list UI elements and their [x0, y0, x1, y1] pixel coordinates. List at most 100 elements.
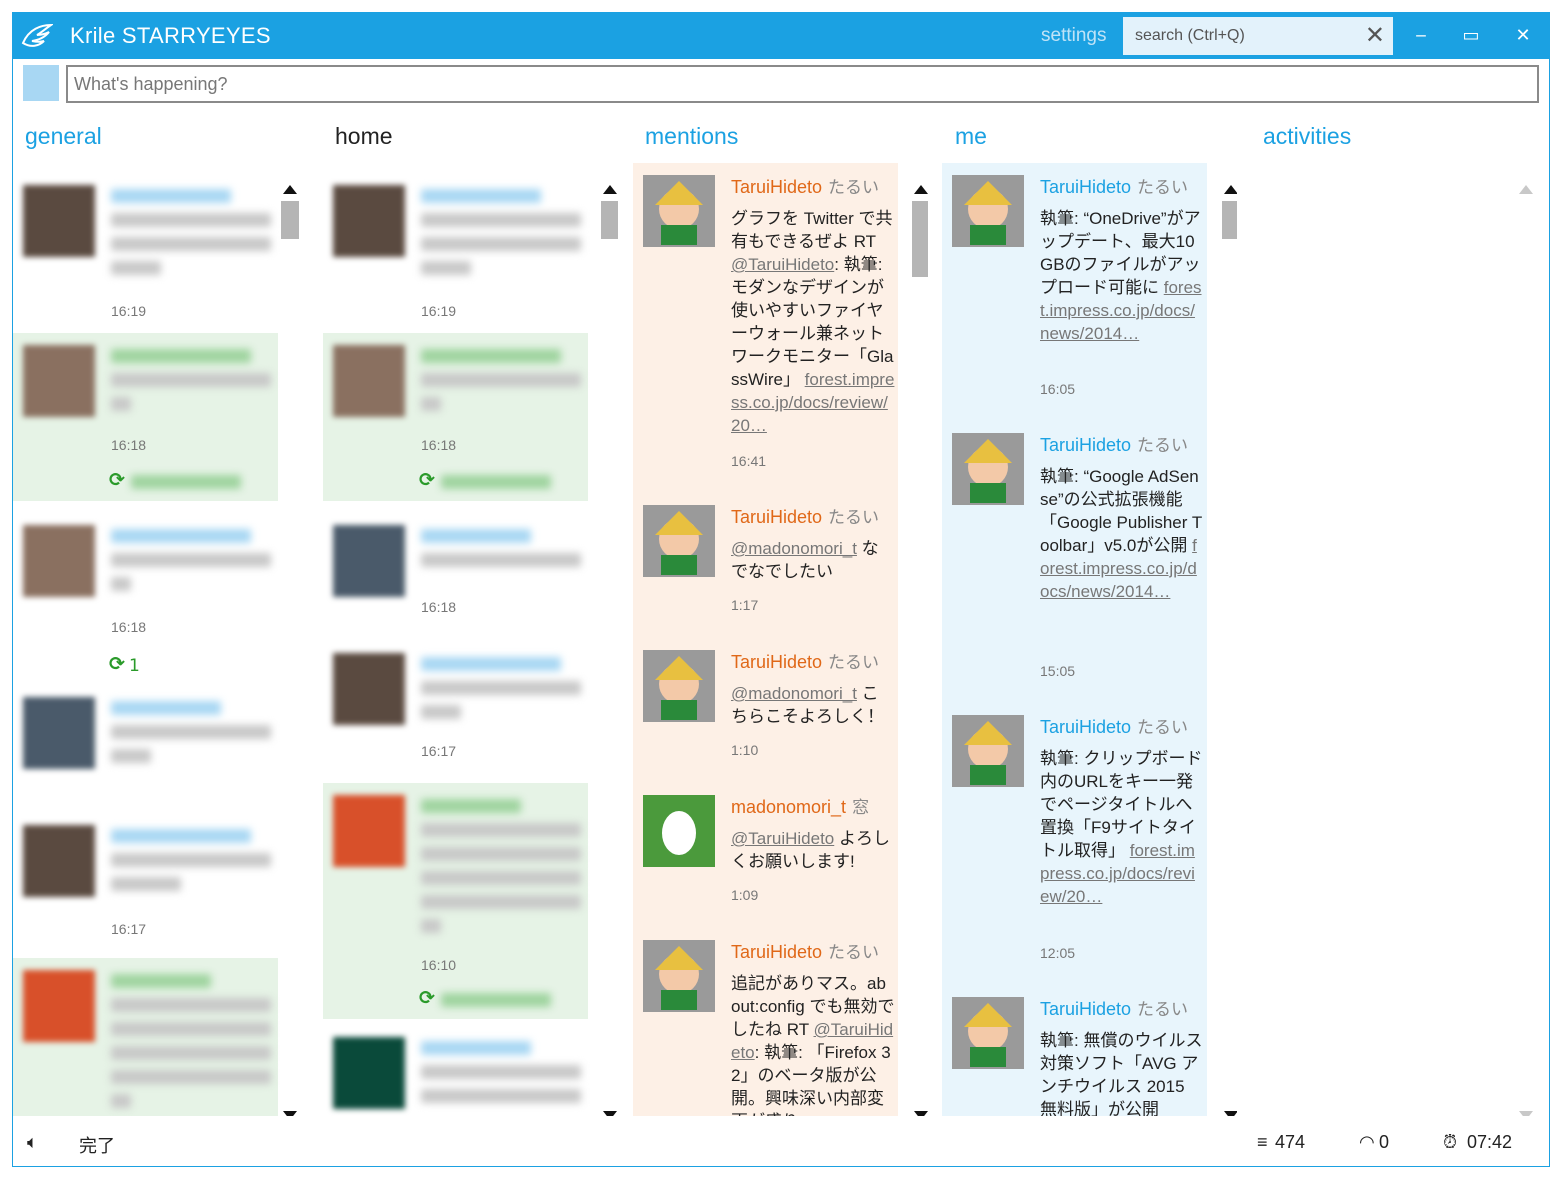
scroll-down-icon[interactable]	[1224, 1111, 1237, 1116]
tweet-item[interactable]: TaruiHideto たるい 執筆: 無償のウイルス対策ソフト「AVG アンチウ…	[942, 985, 1207, 1116]
column-title-general[interactable]: general	[25, 123, 102, 150]
mention-link[interactable]: @TaruiHideto	[731, 255, 834, 274]
blurred-text	[111, 974, 271, 1116]
tweet-author: TaruiHideto たるい	[731, 652, 880, 672]
database-icon: ≡	[1257, 1132, 1268, 1152]
avatar	[333, 525, 405, 597]
scroll-down-icon[interactable]	[914, 1111, 928, 1116]
blurred-text	[421, 529, 581, 577]
retweet-icon: ⟳	[419, 987, 435, 1009]
compose-input[interactable]: What's happening?	[66, 65, 1539, 103]
search-input[interactable]: search (Ctrl+Q) ✕	[1123, 17, 1393, 55]
avatar	[952, 433, 1024, 505]
tweet-time: 16:18	[421, 437, 457, 453]
wing-logo-icon	[21, 23, 53, 47]
avatar	[23, 185, 95, 257]
search-placeholder: search (Ctrl+Q)	[1135, 27, 1245, 44]
mention-link[interactable]: @madonomori_t	[731, 684, 857, 703]
tweet-time: 15:05	[1040, 663, 1076, 679]
tweet-item[interactable]: TaruiHideto たるい 追記がありマス。about:config でも無効…	[633, 928, 898, 1116]
tweet-item[interactable]: TaruiHideto たるい 執筆: クリップボード内のURLをキー一発でページ…	[942, 703, 1207, 985]
close-button[interactable]: ✕	[1503, 21, 1543, 51]
avatar	[23, 345, 95, 417]
scroll-up-icon[interactable]	[1519, 185, 1533, 194]
avatar	[333, 795, 405, 867]
scrollbar-thumb[interactable]	[601, 201, 618, 239]
tweet-item[interactable]: TaruiHideto たるい @madonomori_t こちらこそよろしく！ …	[633, 638, 898, 783]
blurred-text	[111, 701, 271, 773]
search-clear-icon[interactable]: ✕	[1365, 21, 1385, 50]
general-column: 16:19 16:18 ⟳ 16:18 ⟳ 1 16:17	[13, 163, 308, 1116]
tweet-item[interactable]: 16:19	[323, 173, 588, 333]
tweet-item[interactable]: 16:19	[13, 173, 278, 333]
scrollbar-thumb[interactable]	[1222, 201, 1237, 239]
tweet-item[interactable]: TaruiHideto たるい @madonomori_t なでなでしたい 1:1…	[633, 493, 898, 638]
scroll-down-icon[interactable]	[603, 1111, 617, 1116]
tweet-item[interactable]	[323, 1025, 588, 1116]
maximize-button[interactable]: ▭	[1451, 21, 1491, 51]
avatar	[643, 505, 715, 577]
activities-column	[1253, 163, 1543, 1116]
tweet-item[interactable]: 16:18	[323, 513, 588, 633]
scroll-up-icon[interactable]	[603, 185, 617, 194]
column-title-activities[interactable]: activities	[1263, 123, 1351, 150]
egg-avatar-icon	[643, 795, 715, 867]
blurred-text	[131, 475, 241, 499]
scroll-up-icon[interactable]	[283, 185, 297, 194]
tweet-time: 1:09	[731, 887, 759, 903]
avatar	[952, 997, 1024, 1069]
tweet-item[interactable]: 16:17	[323, 641, 588, 771]
scroll-down-icon[interactable]	[1519, 1111, 1533, 1116]
tweet-author: TaruiHideto たるい	[731, 177, 880, 197]
db-count: 474	[1275, 1132, 1306, 1152]
tweet-item[interactable]: 16:18 ⟳	[13, 333, 278, 501]
blurred-text	[421, 189, 581, 285]
api-gauge-icon: ◠	[1359, 1132, 1375, 1152]
column-title-mentions[interactable]: mentions	[645, 123, 738, 150]
app-window: Krile STARRYEYES settings search (Ctrl+Q…	[12, 12, 1550, 1167]
tweet-author: TaruiHideto たるい	[731, 942, 880, 962]
column-title-home[interactable]: home	[335, 123, 393, 150]
avatar	[952, 175, 1024, 247]
retweet-icon[interactable]: ⟳	[109, 653, 125, 675]
tweet-item[interactable]: 16:18 ⟳ 1	[13, 513, 278, 676]
tweet-time: 16:17	[421, 743, 457, 759]
settings-link[interactable]: settings	[1041, 25, 1106, 47]
tweet-text: 追記がありマス。about:config でも無効でしたね RT @TaruiH…	[731, 974, 895, 1116]
clock-icon: ⏰︎	[1443, 1132, 1458, 1152]
tweet-item[interactable]: TaruiHideto たるい 執筆: “OneDrive”がアップデート、最大1…	[942, 163, 1207, 421]
blurred-text	[421, 1041, 581, 1113]
tweet-author: TaruiHideto たるい	[1040, 177, 1189, 197]
tweet-item[interactable]: madonomori_t 窓 @TaruiHideto よろしくお願いします! 1…	[633, 783, 898, 928]
minimize-button[interactable]: ‒	[1401, 21, 1441, 51]
tweet-item[interactable]	[13, 958, 278, 1116]
scroll-up-icon[interactable]	[914, 185, 928, 194]
tweet-text: 執筆: “Google AdSense”の公式拡張機能「Google Publi…	[1040, 467, 1203, 601]
avatar	[23, 825, 95, 897]
scroll-up-icon[interactable]	[1224, 185, 1237, 194]
user-avatar[interactable]	[23, 65, 59, 101]
tweet-time: 16:18	[421, 599, 457, 615]
mention-link[interactable]: @madonomori_t	[731, 539, 857, 558]
tweet-item[interactable]	[13, 685, 278, 805]
scrollbar-thumb[interactable]	[281, 201, 299, 239]
tweet-text: 執筆: クリップボード内のURLをキー一発でページタイトルへ置換「F9サイトタイ…	[1040, 749, 1203, 906]
tweet-author: TaruiHideto たるい	[1040, 717, 1189, 737]
avatar	[333, 185, 405, 257]
speaker-icon[interactable]: 🔈︎	[27, 1132, 38, 1153]
avatar	[333, 345, 405, 417]
tweet-item[interactable]: 16:18 ⟳	[323, 333, 588, 501]
blurred-text	[421, 799, 581, 943]
tweet-item[interactable]: TaruiHideto たるい 執筆: “Google AdSense”の公式拡張…	[942, 421, 1207, 703]
tweet-item[interactable]: TaruiHideto たるい グラフを Twitter で共有もできるぜよ RT…	[633, 163, 898, 493]
avatar	[952, 715, 1024, 787]
avatar	[333, 1037, 405, 1109]
scroll-down-icon[interactable]	[283, 1111, 297, 1116]
scrollbar-thumb[interactable]	[912, 201, 928, 277]
column-title-me[interactable]: me	[955, 123, 987, 150]
tweet-author: TaruiHideto たるい	[1040, 435, 1189, 455]
tweet-item[interactable]: 16:17	[13, 813, 278, 953]
mention-link[interactable]: @TaruiHideto	[731, 829, 834, 848]
tweet-item[interactable]: 16:10 ⟳	[323, 783, 588, 1019]
composer: What's happening?	[23, 65, 1539, 105]
